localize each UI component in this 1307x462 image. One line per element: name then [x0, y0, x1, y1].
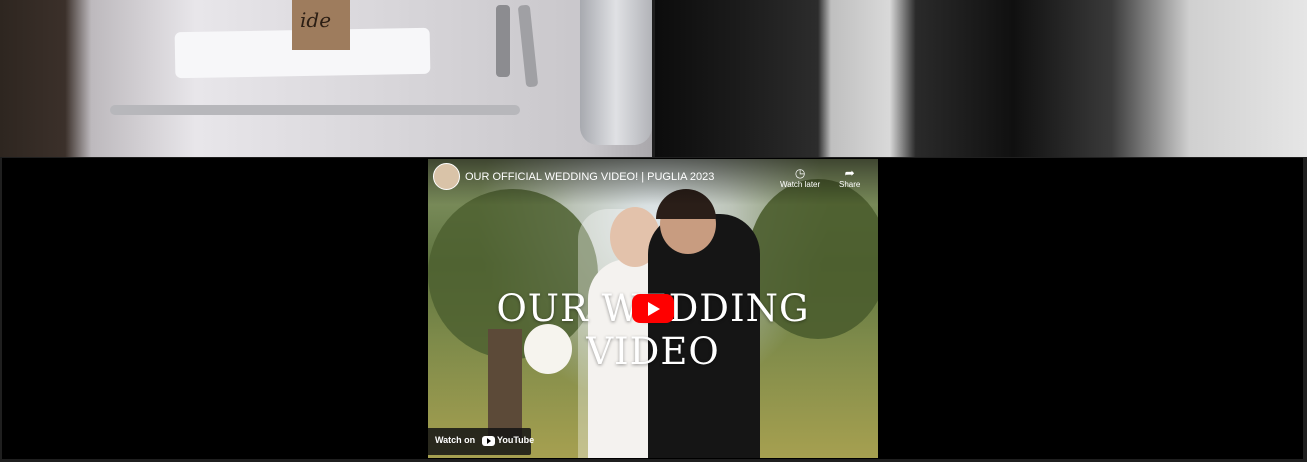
share-button[interactable]: ➦ Share	[839, 166, 860, 189]
place-setting-photo: ide	[0, 0, 652, 157]
play-icon[interactable]	[632, 294, 674, 323]
watch-later-label: Watch later	[780, 180, 821, 189]
youtube-logo-icon	[482, 436, 495, 446]
share-arrow-icon: ➦	[844, 166, 855, 180]
watch-on-youtube-button[interactable]: Watch on YouTube	[428, 428, 535, 455]
glass	[580, 0, 652, 145]
youtube-embed[interactable]: OUR WEDDING VIDEO OUR OFFICIAL WEDDING V…	[428, 159, 878, 458]
watch-on-label: Watch on	[435, 435, 476, 445]
name-card-text: ide	[300, 8, 332, 32]
channel-avatar[interactable]	[433, 163, 460, 190]
guests-bw-photo	[655, 0, 1307, 157]
spoon	[517, 4, 539, 88]
video-title-link[interactable]: OUR OFFICIAL WEDDING VIDEO! | PUGLIA 202…	[465, 171, 714, 183]
watch-later-button[interactable]: ◷ Watch later	[780, 166, 820, 189]
youtube-label: YouTube	[497, 435, 535, 445]
clock-icon: ◷	[794, 166, 806, 180]
knife	[110, 105, 520, 115]
fork	[496, 5, 510, 77]
share-label: Share	[839, 180, 861, 189]
